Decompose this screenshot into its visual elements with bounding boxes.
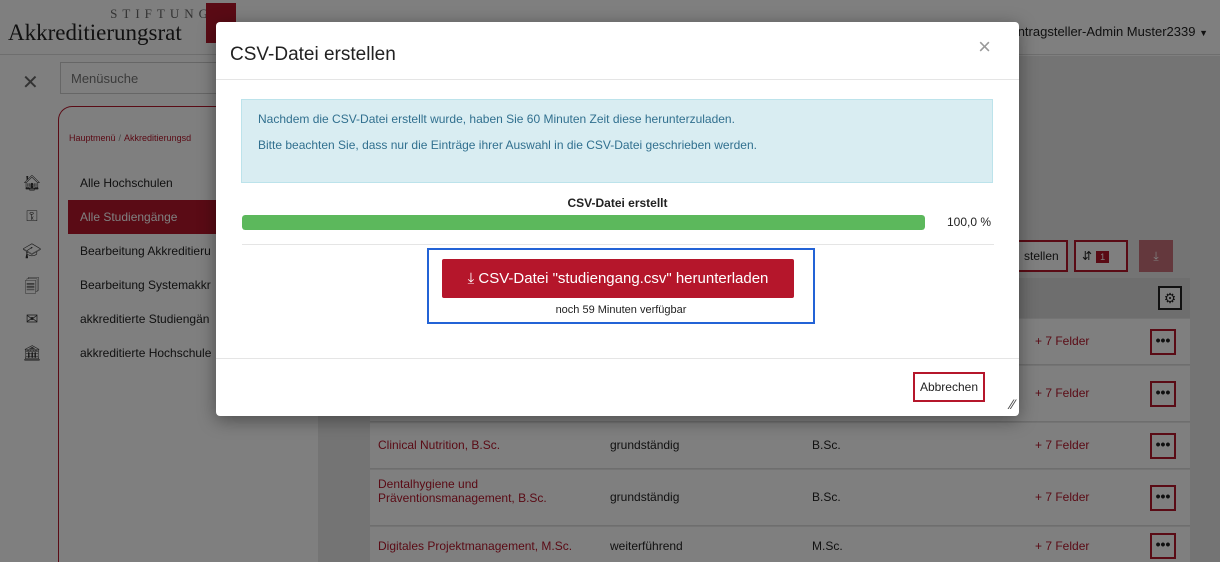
progress-value: 100,0 % [947, 215, 992, 229]
cancel-button[interactable]: Abbrechen [912, 372, 985, 402]
availability-text: noch 59 Minuten verfügbar [555, 304, 687, 316]
info-text-line2: Bitte beachten Sie, dass nur die Einträg… [258, 138, 757, 152]
progress-label: CSV-Datei erstellt [567, 196, 668, 210]
info-text-line1: Nachdem die CSV-Datei erstellt wurde, ha… [258, 112, 735, 126]
progress-bar-fill [242, 215, 925, 230]
progress-bar [242, 215, 925, 230]
modal-header: CSV-Datei erstellen × [216, 22, 1019, 80]
csv-export-modal: CSV-Datei erstellen × Nachdem die CSV-Da… [216, 22, 1019, 416]
divider [242, 244, 994, 245]
info-alert: Nachdem die CSV-Datei erstellt wurde, ha… [241, 99, 993, 183]
download-icon: ⤓ [467, 270, 475, 287]
close-icon[interactable]: × [978, 34, 991, 60]
download-csv-button[interactable]: ⤓ CSV-Datei "studiengang.csv" herunterla… [442, 259, 794, 298]
modal-title: CSV-Datei erstellen [230, 44, 396, 65]
download-csv-label: CSV-Datei "studiengang.csv" herunterlade… [478, 270, 769, 287]
resize-handle-icon[interactable]: ⁄⁄ [1010, 396, 1015, 412]
download-highlight-box: ⤓ CSV-Datei "studiengang.csv" herunterla… [427, 248, 815, 324]
modal-footer: Abbrechen ⁄⁄ [216, 358, 1019, 416]
